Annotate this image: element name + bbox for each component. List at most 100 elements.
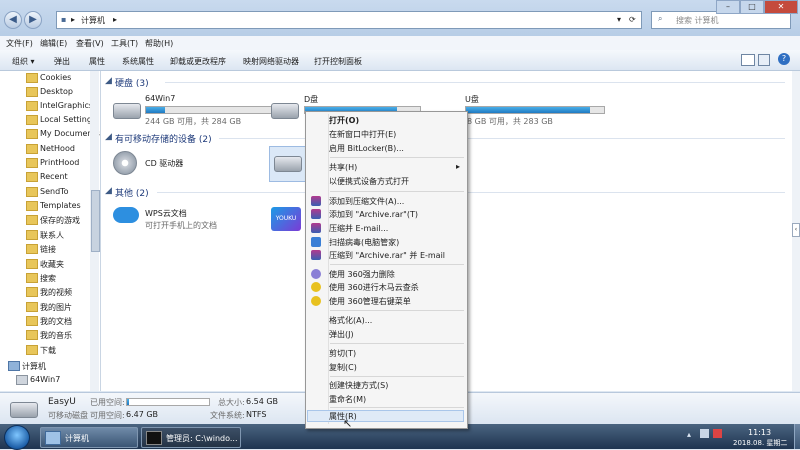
- collapse-icon[interactable]: ◢: [105, 132, 112, 142]
- content-scrollbar[interactable]: ‹: [792, 71, 800, 391]
- ctx-create-shortcut[interactable]: 创建快捷方式(S): [329, 380, 388, 391]
- selected-drive-tile[interactable]: [269, 146, 307, 182]
- ctx-cut[interactable]: 剪切(T): [329, 348, 356, 359]
- uninstall-button[interactable]: 卸载或更改程序: [170, 56, 226, 67]
- start-button[interactable]: [4, 425, 30, 450]
- menu-edit[interactable]: 编辑(E): [40, 38, 67, 49]
- 360-icon: [311, 296, 321, 306]
- drive-icon[interactable]: [271, 103, 299, 119]
- menu-separator: [330, 157, 464, 158]
- folder-icon: [26, 87, 38, 97]
- ctx-add-archive[interactable]: 添加到压缩文件(A)...: [329, 196, 404, 207]
- wps-cloud-desc: 可打开手机上的文档: [145, 221, 217, 230]
- drive-free-64win7: 244 GB 可用，共 284 GB: [145, 117, 242, 126]
- menu-separator: [330, 343, 464, 344]
- computer-icon: [8, 361, 20, 371]
- ctx-format[interactable]: 格式化(A)...: [329, 315, 372, 326]
- tray-app-icon[interactable]: [713, 429, 722, 438]
- folder-icon: [26, 73, 38, 83]
- group-header-removable[interactable]: 有可移动存储的设备 (2): [115, 132, 212, 145]
- folder-icon: [26, 302, 38, 312]
- back-button[interactable]: ◀: [4, 11, 22, 29]
- ctx-scan-virus[interactable]: 扫描病毒(电脑管家): [329, 237, 399, 248]
- show-desktop-button[interactable]: [794, 424, 800, 449]
- ctx-share[interactable]: 共享(H): [329, 162, 357, 173]
- mouse-cursor-icon: ↖: [343, 417, 353, 430]
- drive-icon[interactable]: [113, 103, 141, 119]
- folder-icon: [26, 187, 38, 197]
- menu-file[interactable]: 文件(F): [6, 38, 33, 49]
- network-icon[interactable]: [700, 429, 709, 438]
- menu-help[interactable]: 帮助(H): [145, 38, 173, 49]
- control-panel-button[interactable]: 打开控制面板: [314, 56, 362, 67]
- system-properties-button[interactable]: 系统属性: [122, 56, 154, 67]
- details-fs-value: NTFS: [246, 410, 267, 419]
- youku-icon[interactable]: YOUKU: [271, 207, 301, 231]
- drive-free-u: 8 GB 可用，共 283 GB: [467, 117, 553, 126]
- ctx-copy[interactable]: 复制(C): [329, 362, 357, 373]
- collapse-icon[interactable]: ◢: [105, 186, 112, 196]
- folder-icon: [26, 244, 38, 254]
- navigation-scroll-thumb[interactable]: [91, 190, 100, 252]
- group-header-hdd[interactable]: 硬盘 (3): [115, 76, 149, 89]
- address-dropdown-icon[interactable]: ▾: [617, 15, 621, 24]
- collapse-icon[interactable]: ◢: [105, 76, 112, 86]
- ctx-add-archive-rar[interactable]: 添加到 "Archive.rar"(T): [329, 209, 418, 220]
- cd-drive-icon[interactable]: [113, 151, 137, 175]
- forward-button[interactable]: ▶: [24, 11, 42, 29]
- cd-drive-label[interactable]: CD 驱动器: [145, 158, 183, 169]
- navigation-pane: Cookies Desktop IntelGraphicsP Local Set…: [0, 71, 101, 391]
- ctx-compress-email[interactable]: 压缩并 E-mail...: [329, 223, 388, 234]
- wps-cloud-icon[interactable]: [113, 207, 139, 223]
- breadcrumb-separator-icon: ▸: [71, 15, 76, 24]
- menu-view[interactable]: 查看(V): [76, 38, 104, 49]
- expand-arrow-icon[interactable]: ‹: [792, 223, 800, 237]
- clock-time[interactable]: 11:13: [748, 428, 771, 437]
- taskbar-explorer[interactable]: 计算机: [40, 427, 138, 448]
- ctx-360-force-delete[interactable]: 使用 360强力删除: [329, 269, 395, 280]
- help-icon[interactable]: ?: [778, 53, 790, 65]
- taskbar-cmd[interactable]: 管理员: C:\windo...: [141, 427, 241, 448]
- command-bar: 组织 ▾ 弹出 属性 系统属性 卸载或更改程序 映射网络驱动器 打开控制面板 ?: [0, 50, 800, 71]
- folder-icon: [26, 144, 38, 154]
- wps-cloud-name[interactable]: WPS云文档: [145, 208, 187, 219]
- folder-icon: [26, 230, 38, 240]
- folder-icon: [26, 345, 38, 355]
- ctx-open[interactable]: 打开(O): [329, 115, 359, 126]
- folder-icon: [26, 316, 38, 326]
- usb-drive-icon: [10, 402, 38, 418]
- minimize-button[interactable]: –: [716, 0, 740, 14]
- breadcrumb-computer[interactable]: 计算机: [81, 15, 105, 26]
- menu-tools[interactable]: 工具(T): [111, 38, 138, 49]
- drive-usage-bar: [145, 106, 285, 114]
- ctx-bitlocker[interactable]: 启用 BitLocker(B)...: [329, 143, 404, 154]
- eject-button[interactable]: 弹出: [54, 56, 70, 67]
- drive-name-d[interactable]: D盘: [304, 94, 318, 105]
- ctx-360-trojan-scan[interactable]: 使用 360进行木马云查杀: [329, 282, 419, 293]
- map-drive-button[interactable]: 映射网络驱动器: [243, 56, 299, 67]
- drive-name-64win7[interactable]: 64Win7: [145, 94, 175, 103]
- group-header-other[interactable]: 其他 (2): [115, 186, 149, 199]
- maximize-button[interactable]: □: [740, 0, 764, 14]
- tray-expand-icon[interactable]: ▴: [687, 430, 691, 439]
- details-total-value: 6.54 GB: [246, 397, 279, 406]
- menu-bar: 文件(F) 编辑(E) 查看(V) 工具(T) 帮助(H): [0, 36, 800, 50]
- preview-pane-icon[interactable]: [758, 54, 770, 66]
- ctx-open-new-window[interactable]: 在新窗口中打开(E): [329, 129, 396, 140]
- ctx-open-portable[interactable]: 以便携式设备方式打开: [329, 176, 409, 187]
- clock-date[interactable]: 2018.08. 星期二: [733, 438, 787, 448]
- refresh-icon[interactable]: ⟳: [629, 15, 636, 24]
- drive-name-u[interactable]: U盘: [465, 94, 479, 105]
- ctx-360-manage-menu[interactable]: 使用 360管理右键菜单: [329, 296, 411, 307]
- properties-button[interactable]: 属性: [89, 56, 105, 67]
- computer-icon: ▪: [61, 15, 67, 24]
- close-button[interactable]: ✕: [764, 0, 798, 14]
- address-bar[interactable]: ▪ ▸ 计算机 ▸ ▾ ⟳: [56, 11, 642, 29]
- view-options-icon[interactable]: [741, 54, 755, 66]
- breadcrumb-chevron-icon[interactable]: ▸: [113, 15, 117, 24]
- ctx-compress-rar-email[interactable]: 压缩到 "Archive.rar" 并 E-mail: [329, 250, 445, 261]
- group-divider: [165, 82, 785, 83]
- ctx-rename[interactable]: 重命名(M): [329, 394, 366, 405]
- ctx-eject[interactable]: 弹出(J): [329, 329, 354, 340]
- organize-button[interactable]: 组织 ▾: [12, 56, 35, 67]
